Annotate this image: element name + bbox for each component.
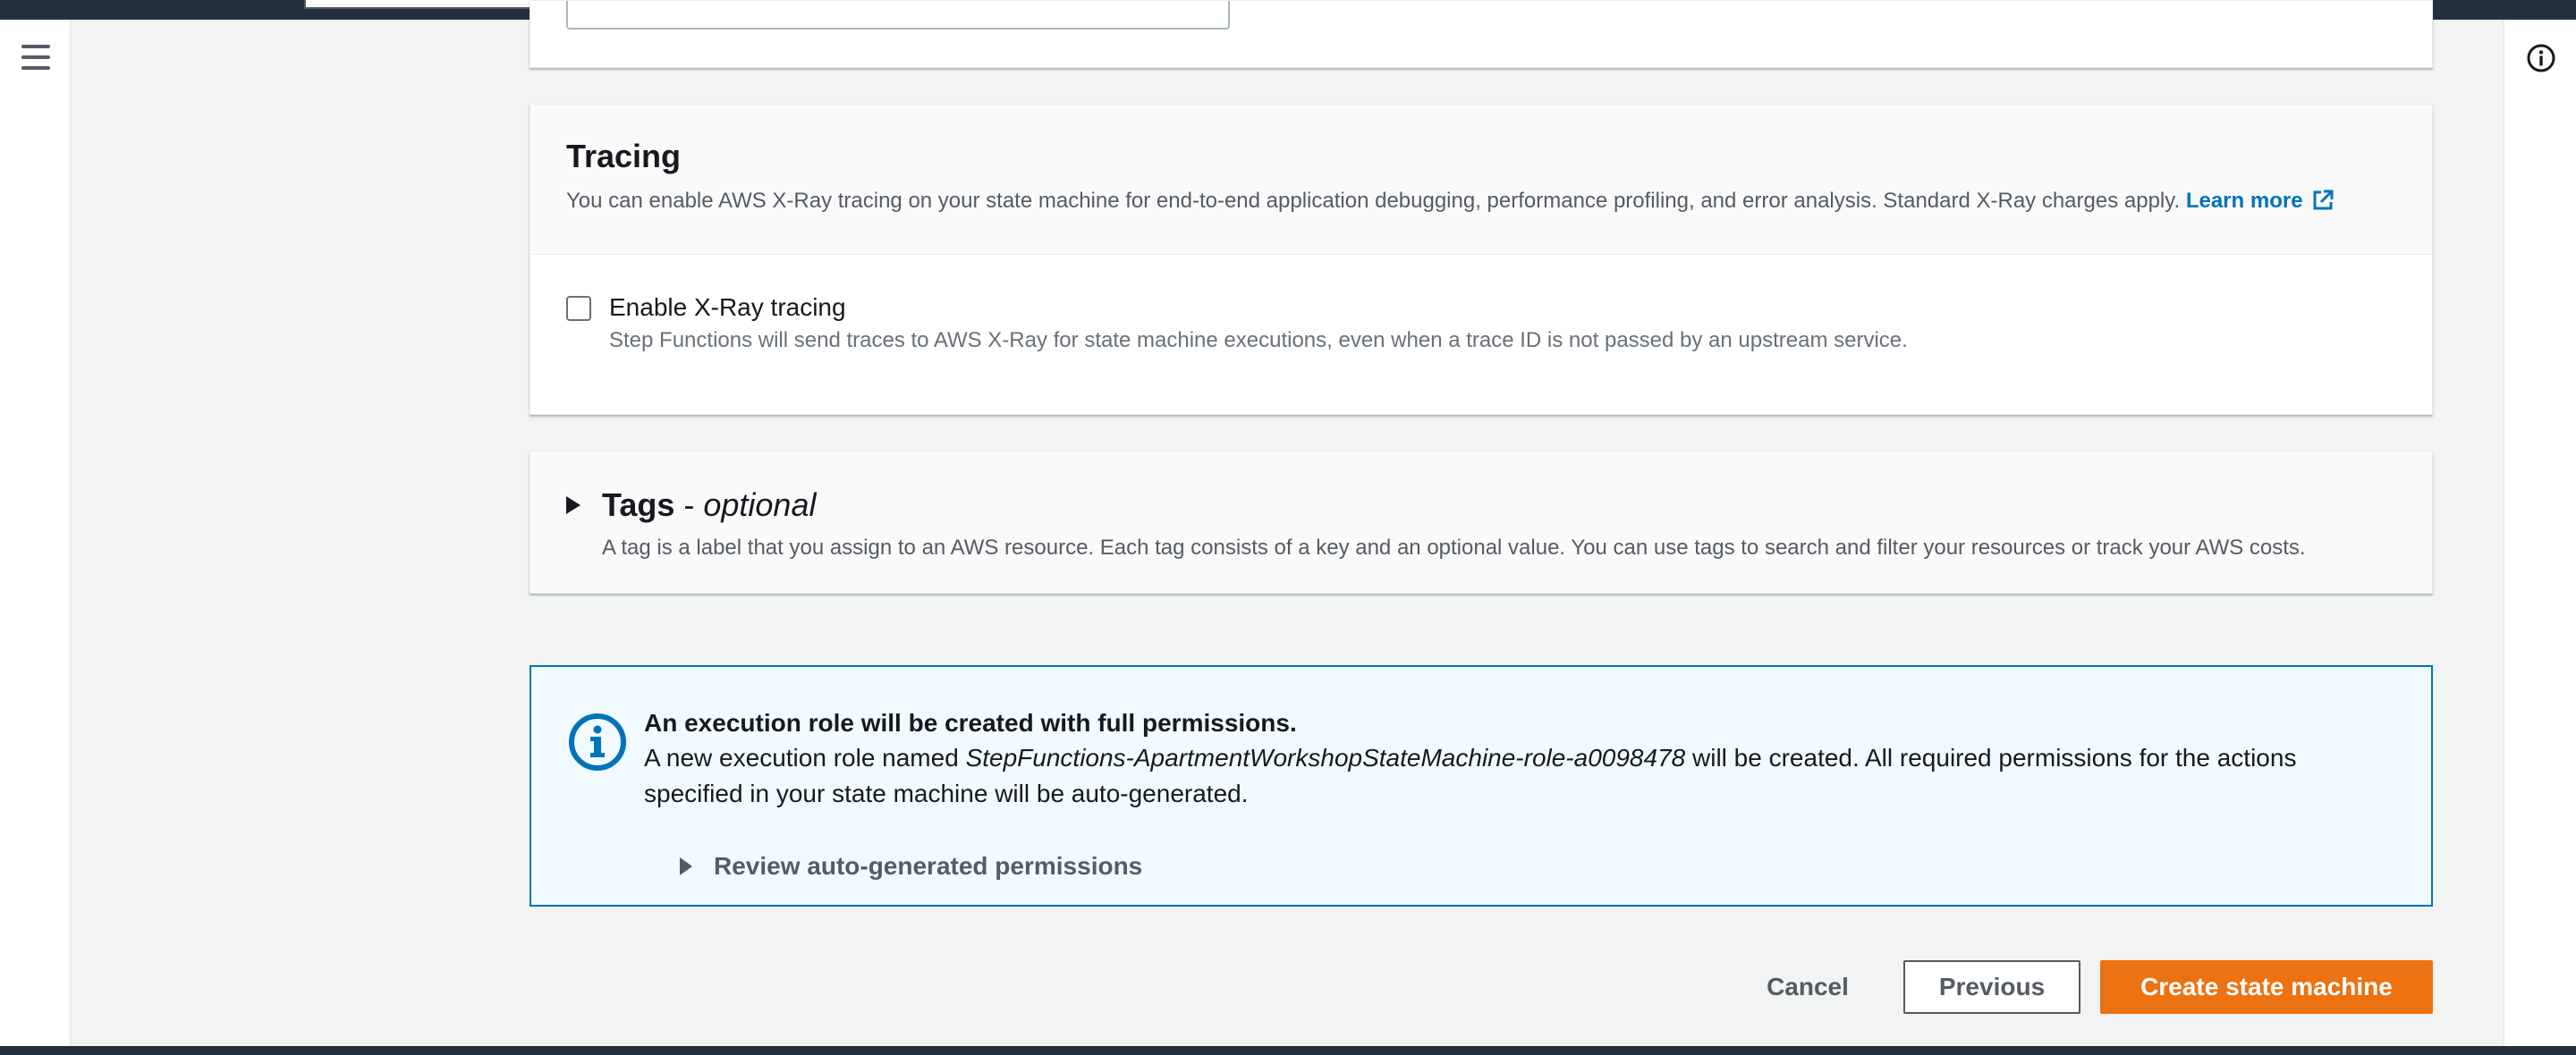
- tracing-panel: Tracing You can enable AWS X-Ray tracing…: [530, 104, 2433, 415]
- tracing-body: Enable X-Ray tracing Step Functions will…: [530, 255, 2432, 414]
- info-circle-icon: [569, 713, 626, 771]
- tags-expand-toggle[interactable]: Tags - optional: [566, 485, 816, 525]
- external-link-icon: [2313, 190, 2334, 210]
- execution-role-alert: An execution role will be created with f…: [530, 665, 2433, 907]
- review-permissions-toggle[interactable]: Review auto-generated permissions: [644, 849, 1142, 883]
- left-navigation-rail: [0, 20, 72, 1046]
- previous-button[interactable]: Previous: [1903, 960, 2080, 1014]
- caret-right-icon: [566, 496, 580, 514]
- enable-xray-description: Step Functions will send traces to AWS X…: [609, 328, 1908, 352]
- tags-title: Tags: [602, 486, 675, 523]
- tags-separator: -: [683, 486, 695, 523]
- hamburger-menu-icon[interactable]: [21, 45, 50, 70]
- learn-more-link[interactable]: Learn more: [2186, 189, 2335, 213]
- info-icon[interactable]: [2526, 43, 2556, 73]
- caret-right-icon: [680, 857, 692, 875]
- tracing-description: You can enable AWS X-Ray tracing on your…: [566, 187, 2396, 215]
- tracing-header: Tracing You can enable AWS X-Ray tracing…: [530, 105, 2432, 255]
- enable-xray-label[interactable]: Enable X-Ray tracing: [609, 291, 846, 325]
- previous-section-input[interactable]: [566, 1, 1230, 30]
- alert-message: A new execution role named StepFunctions…: [644, 744, 2297, 807]
- review-permissions-label: Review auto-generated permissions: [714, 852, 1143, 880]
- enable-xray-checkbox[interactable]: [566, 296, 591, 321]
- tracing-title: Tracing: [566, 138, 682, 174]
- tags-description: A tag is a label that you assign to an A…: [602, 536, 2306, 560]
- create-state-machine-button[interactable]: Create state machine: [2100, 960, 2433, 1014]
- tags-optional-label: optional: [703, 486, 817, 523]
- bottom-bar: [0, 1046, 2576, 1055]
- role-name: StepFunctions-ApartmentWorkshopStateMach…: [965, 744, 1686, 772]
- cancel-button[interactable]: Cancel: [1739, 960, 1877, 1014]
- alert-title: An execution role will be created with f…: [644, 709, 1297, 737]
- tags-panel: Tags - optional A tag is a label that yo…: [530, 451, 2433, 594]
- right-tools-rail: [2503, 20, 2576, 1046]
- previous-section-panel: [530, 0, 2433, 68]
